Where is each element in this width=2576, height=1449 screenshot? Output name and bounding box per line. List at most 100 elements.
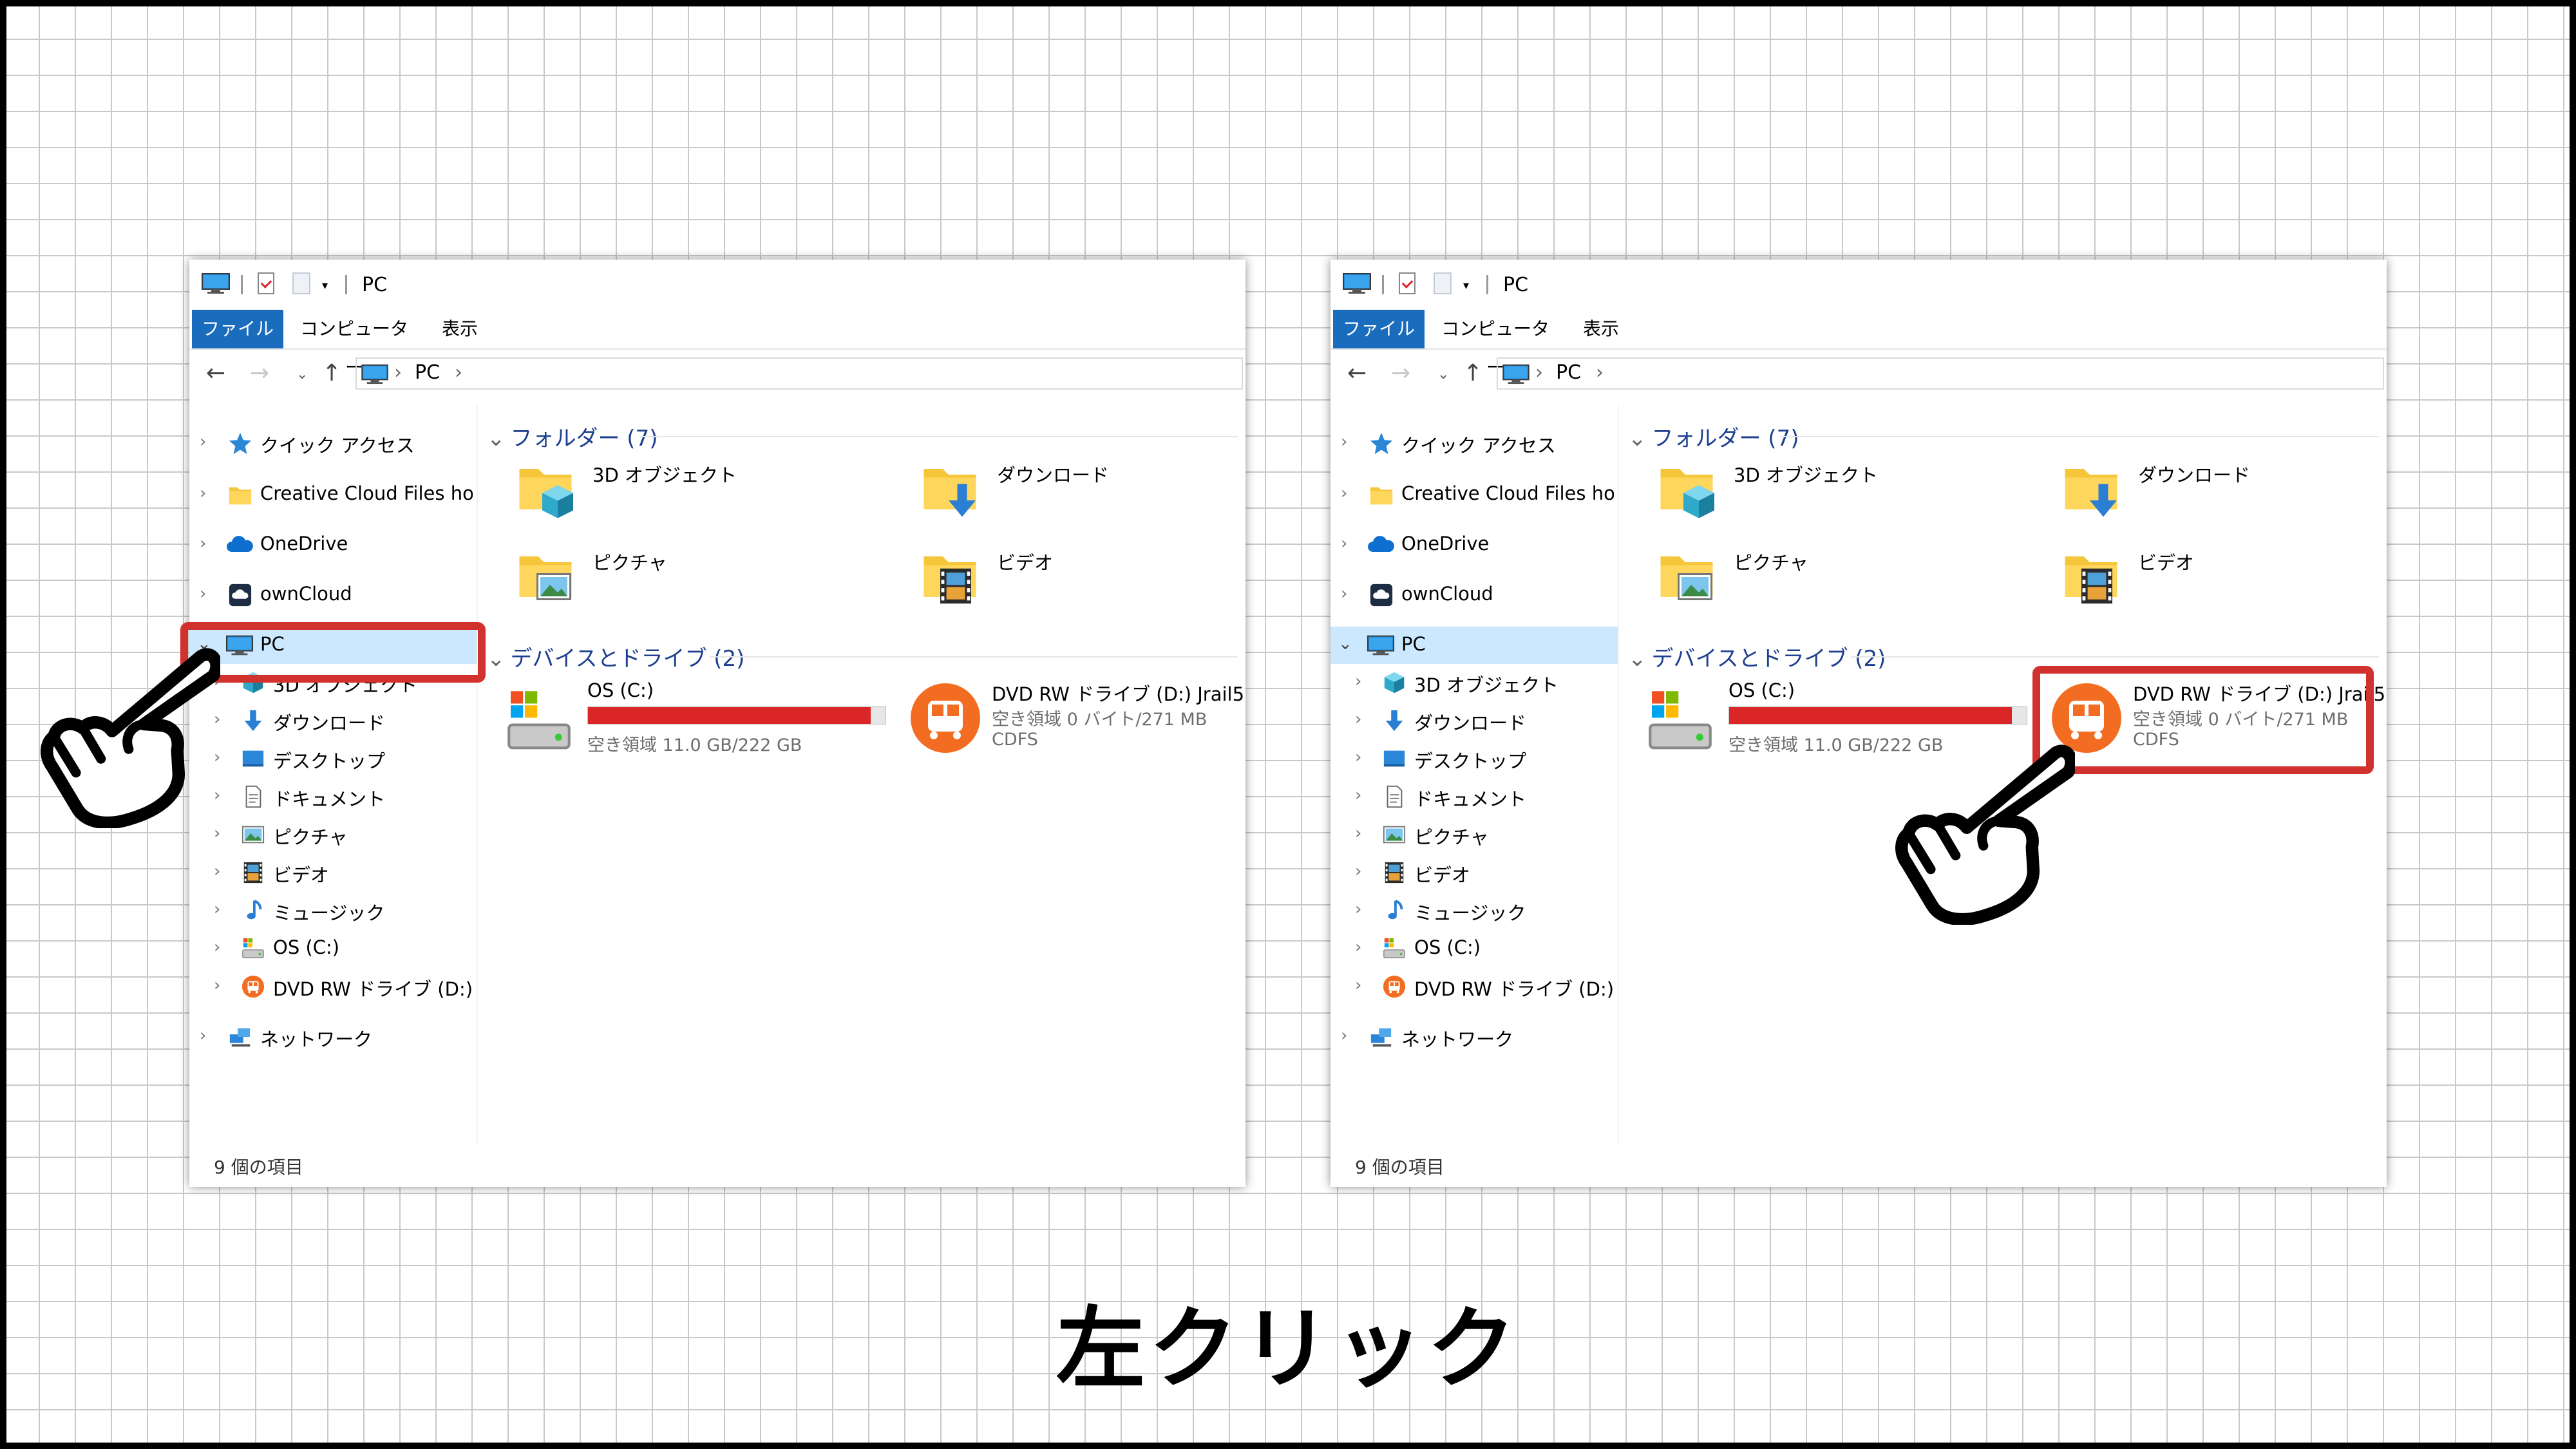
folder-tile-videos[interactable]: ビデオ xyxy=(2062,542,2423,619)
sidebar-item-onedrive[interactable]: › OneDrive xyxy=(1331,526,1618,564)
sidebar-item-documents[interactable]: › ドキュメント xyxy=(189,778,477,815)
sidebar-item-videos[interactable]: › ビデオ xyxy=(189,854,477,891)
sidebar-item-desktop[interactable]: › デスクトップ xyxy=(189,740,477,777)
sidebar-item-downloads[interactable]: › ダウンロード xyxy=(1331,702,1618,739)
group-header-label: フォルダー (7) xyxy=(1651,426,1799,451)
sidebar-item-music[interactable]: › ミュージック xyxy=(1331,892,1618,929)
music-icon xyxy=(1382,898,1406,923)
address-field[interactable]: › PC › xyxy=(1497,357,2384,390)
chevron-right-icon[interactable]: › xyxy=(1341,432,1347,451)
up-arrow-icon[interactable]: ↑ xyxy=(322,360,341,386)
chevron-right-icon[interactable]: › xyxy=(1341,484,1347,503)
chevron-right-icon[interactable]: › xyxy=(214,862,220,881)
chevron-right-icon[interactable]: › xyxy=(200,584,206,603)
chevron-right-icon[interactable]: › xyxy=(1355,976,1361,995)
sidebar-item-quick-access[interactable]: › クイック アクセス xyxy=(189,424,477,462)
sidebar-item-pictures[interactable]: › ピクチャ xyxy=(189,816,477,853)
chevron-right-icon[interactable]: › xyxy=(1355,672,1361,691)
group-header-folders[interactable]: ⌄ フォルダー (7) xyxy=(487,421,658,452)
folder-tile-downloads[interactable]: ダウンロード xyxy=(2062,454,2423,531)
chevron-right-icon[interactable]: › xyxy=(1341,584,1347,603)
sidebar-item-videos[interactable]: › ビデオ xyxy=(1331,854,1618,891)
chevron-right-icon[interactable]: › xyxy=(1341,534,1347,553)
chevron-down-icon[interactable]: ▾ xyxy=(322,279,328,292)
group-header-drives[interactable]: ⌄ デバイスとドライブ (2) xyxy=(1628,641,1886,672)
drive-icon xyxy=(1645,686,1716,757)
sidebar-item-network[interactable]: › ネットワーク xyxy=(1331,1018,1618,1056)
new-folder-icon[interactable] xyxy=(1434,272,1452,294)
forward-arrow-icon[interactable]: → xyxy=(250,360,269,386)
sidebar-item-owncloud[interactable]: › ownCloud xyxy=(189,576,477,614)
drive-tile-d[interactable]: DVD RW ドライブ (D:) Jrail5 空き領域 0 バイト/271 M… xyxy=(907,679,1244,757)
owncloud-icon xyxy=(1369,583,1394,607)
sidebar-item-downloads[interactable]: › ダウンロード xyxy=(189,702,477,739)
sidebar-item-documents[interactable]: › ドキュメント xyxy=(1331,778,1618,815)
sidebar-item-pictures[interactable]: › ピクチャ xyxy=(1331,816,1618,853)
folder-3d-icon xyxy=(519,469,573,518)
up-arrow-icon[interactable]: ↑ xyxy=(1463,360,1482,386)
properties-icon[interactable] xyxy=(1399,272,1416,294)
chevron-right-icon[interactable]: › xyxy=(200,484,206,503)
tab-file[interactable]: ファイル xyxy=(1333,310,1425,348)
chevron-right-icon[interactable]: › xyxy=(1355,900,1361,919)
chevron-right-icon[interactable]: › xyxy=(200,534,206,553)
chevron-right-icon[interactable]: › xyxy=(1355,938,1361,957)
sidebar-item-onedrive[interactable]: › OneDrive xyxy=(189,526,477,564)
highlight-pc-sidebar xyxy=(180,622,486,683)
tab-computer[interactable]: コンピューター xyxy=(296,310,412,378)
video-icon xyxy=(241,860,265,885)
sidebar-item-owncloud[interactable]: › ownCloud xyxy=(1331,576,1618,614)
status-bar: 9 個の項目 xyxy=(1355,1157,1444,1178)
back-arrow-icon[interactable]: ← xyxy=(1347,360,1367,386)
chevron-right-icon[interactable]: › xyxy=(1341,1026,1347,1045)
chevron-down-icon[interactable]: ▾ xyxy=(1463,279,1469,292)
sidebar-item-os-c[interactable]: › OS (C:) xyxy=(189,930,477,967)
chevron-right-icon[interactable]: › xyxy=(200,432,206,451)
sidebar-item-pc[interactable]: ⌄ PC xyxy=(1331,627,1618,664)
download-icon xyxy=(241,708,265,733)
folder-tile-pictures[interactable]: ピクチャ xyxy=(1658,542,2018,619)
back-arrow-icon[interactable]: ← xyxy=(206,360,225,386)
chevron-right-icon[interactable]: › xyxy=(200,1026,206,1045)
forward-arrow-icon[interactable]: → xyxy=(1391,360,1410,386)
sidebar-item-quick-access[interactable]: › クイック アクセス xyxy=(1331,424,1618,462)
chevron-right-icon[interactable]: › xyxy=(1355,824,1361,843)
breadcrumb-pc[interactable]: PC xyxy=(1556,361,1581,384)
folder-tile-pictures[interactable]: ピクチャ xyxy=(516,542,877,619)
tab-view[interactable]: 表示 xyxy=(434,310,486,348)
properties-icon[interactable] xyxy=(258,272,274,294)
sidebar-item-dvd-d[interactable]: › DVD RW ドライブ (D:) Jrail xyxy=(189,968,477,1005)
tab-file[interactable]: ファイル xyxy=(192,310,283,348)
chevron-right-icon[interactable]: › xyxy=(214,938,220,957)
recent-chevron-icon[interactable]: ⌄ xyxy=(296,366,308,383)
breadcrumb-pc[interactable]: PC xyxy=(415,361,440,384)
chevron-right-icon[interactable]: › xyxy=(1355,710,1361,729)
tab-view[interactable]: 表示 xyxy=(1575,310,1627,348)
sidebar-item-network[interactable]: › ネットワーク xyxy=(189,1018,477,1056)
folder-tile-downloads[interactable]: ダウンロード xyxy=(921,454,1282,531)
folder-tile-videos[interactable]: ビデオ xyxy=(921,542,1282,619)
recent-chevron-icon[interactable]: ⌄ xyxy=(1437,366,1449,383)
chevron-down-icon[interactable]: ⌄ xyxy=(1338,634,1352,654)
folder-tile-3d-objects[interactable]: 3D オブジェクト xyxy=(516,454,877,531)
address-field[interactable]: › PC › xyxy=(355,357,1243,390)
chevron-right-icon[interactable]: › xyxy=(214,900,220,919)
sidebar-item-os-c[interactable]: › OS (C:) xyxy=(1331,930,1618,967)
group-header-drives[interactable]: ⌄ デバイスとドライブ (2) xyxy=(487,641,744,672)
sidebar-item-dvd-d[interactable]: › DVD RW ドライブ (D:) Jrail xyxy=(1331,968,1618,1005)
tab-computer[interactable]: コンピューター xyxy=(1437,310,1553,378)
sidebar-item-music[interactable]: › ミュージック xyxy=(189,892,477,929)
sidebar-item-3d-objects[interactable]: › 3D オブジェクト xyxy=(1331,664,1618,701)
chevron-right-icon[interactable]: › xyxy=(1355,862,1361,881)
sidebar-item-creative-cloud[interactable]: › Creative Cloud Files hone xyxy=(189,476,477,513)
new-folder-icon[interactable] xyxy=(292,272,310,294)
group-header-folders[interactable]: ⌄ フォルダー (7) xyxy=(1628,421,1799,452)
drive-tile-c[interactable]: OS (C:) 空き領域 11.0 GB/222 GB xyxy=(504,679,886,757)
sidebar-item-desktop[interactable]: › デスクトップ xyxy=(1331,740,1618,777)
sidebar-item-creative-cloud[interactable]: › Creative Cloud Files hone xyxy=(1331,476,1618,513)
chevron-right-icon[interactable]: › xyxy=(1355,786,1361,805)
folder-tile-3d-objects[interactable]: 3D オブジェクト xyxy=(1658,454,2018,531)
chevron-right-icon[interactable]: › xyxy=(1355,748,1361,767)
folder-icon xyxy=(228,482,252,507)
chevron-right-icon[interactable]: › xyxy=(214,976,220,995)
